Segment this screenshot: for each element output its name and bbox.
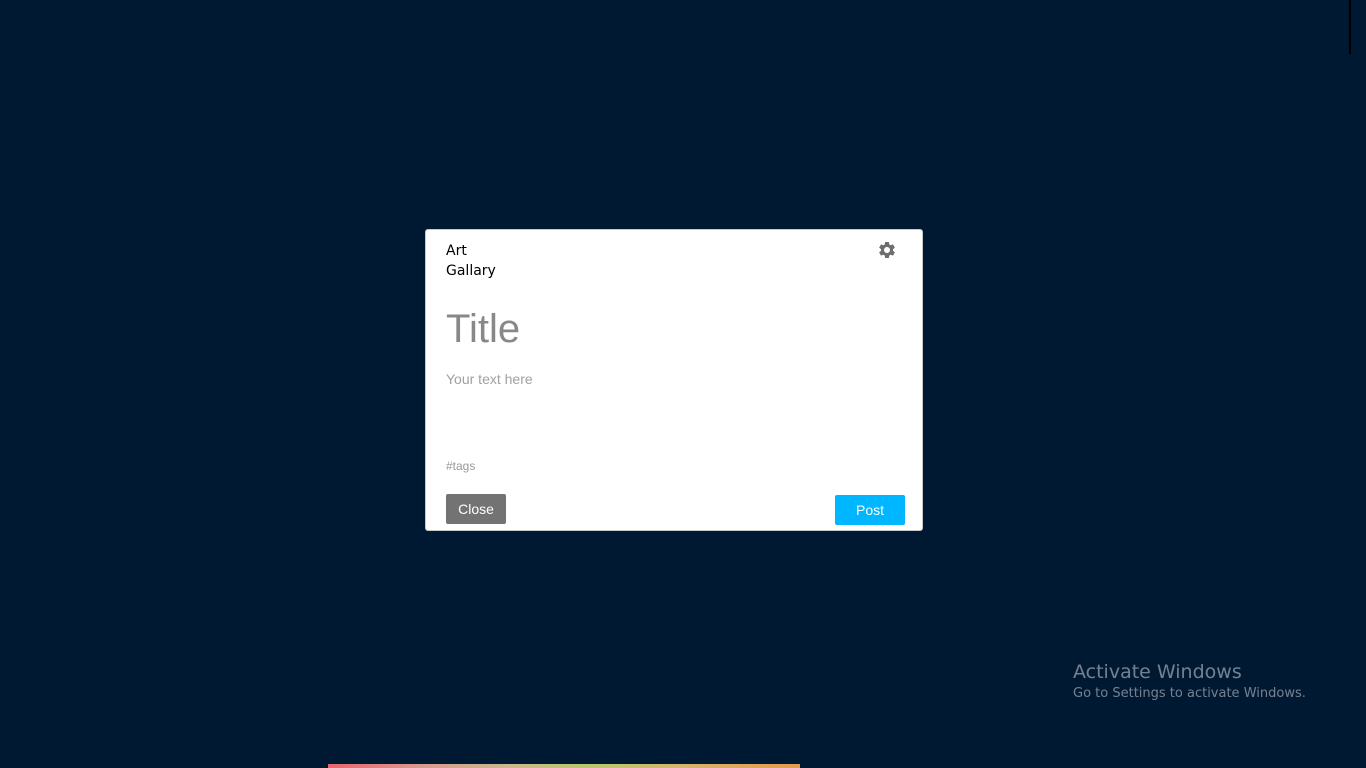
page-background: Art Gallary Close Post Activate Windows … bbox=[0, 0, 1366, 768]
title-input[interactable] bbox=[446, 306, 886, 352]
settings-button[interactable] bbox=[877, 240, 897, 260]
post-editor-modal: Art Gallary Close Post bbox=[425, 229, 923, 531]
scrollbar[interactable] bbox=[1349, 0, 1351, 54]
watermark-title: Activate Windows bbox=[1073, 661, 1242, 683]
body-text-input[interactable] bbox=[446, 370, 886, 450]
tags-input[interactable] bbox=[446, 459, 746, 473]
watermark-subtitle: Go to Settings to activate Windows. bbox=[1073, 686, 1306, 701]
activate-windows-watermark: Activate Windows Go to Settings to activ… bbox=[1073, 660, 1306, 704]
brand-line-2: Gallary bbox=[446, 263, 496, 279]
post-button[interactable]: Post bbox=[835, 495, 905, 525]
close-button[interactable]: Close bbox=[446, 494, 506, 524]
gallery-image-preview[interactable] bbox=[328, 764, 800, 768]
brand-logo: Art Gallary bbox=[446, 241, 526, 281]
gear-icon bbox=[879, 242, 895, 258]
brand-line-1: Art bbox=[446, 243, 467, 259]
